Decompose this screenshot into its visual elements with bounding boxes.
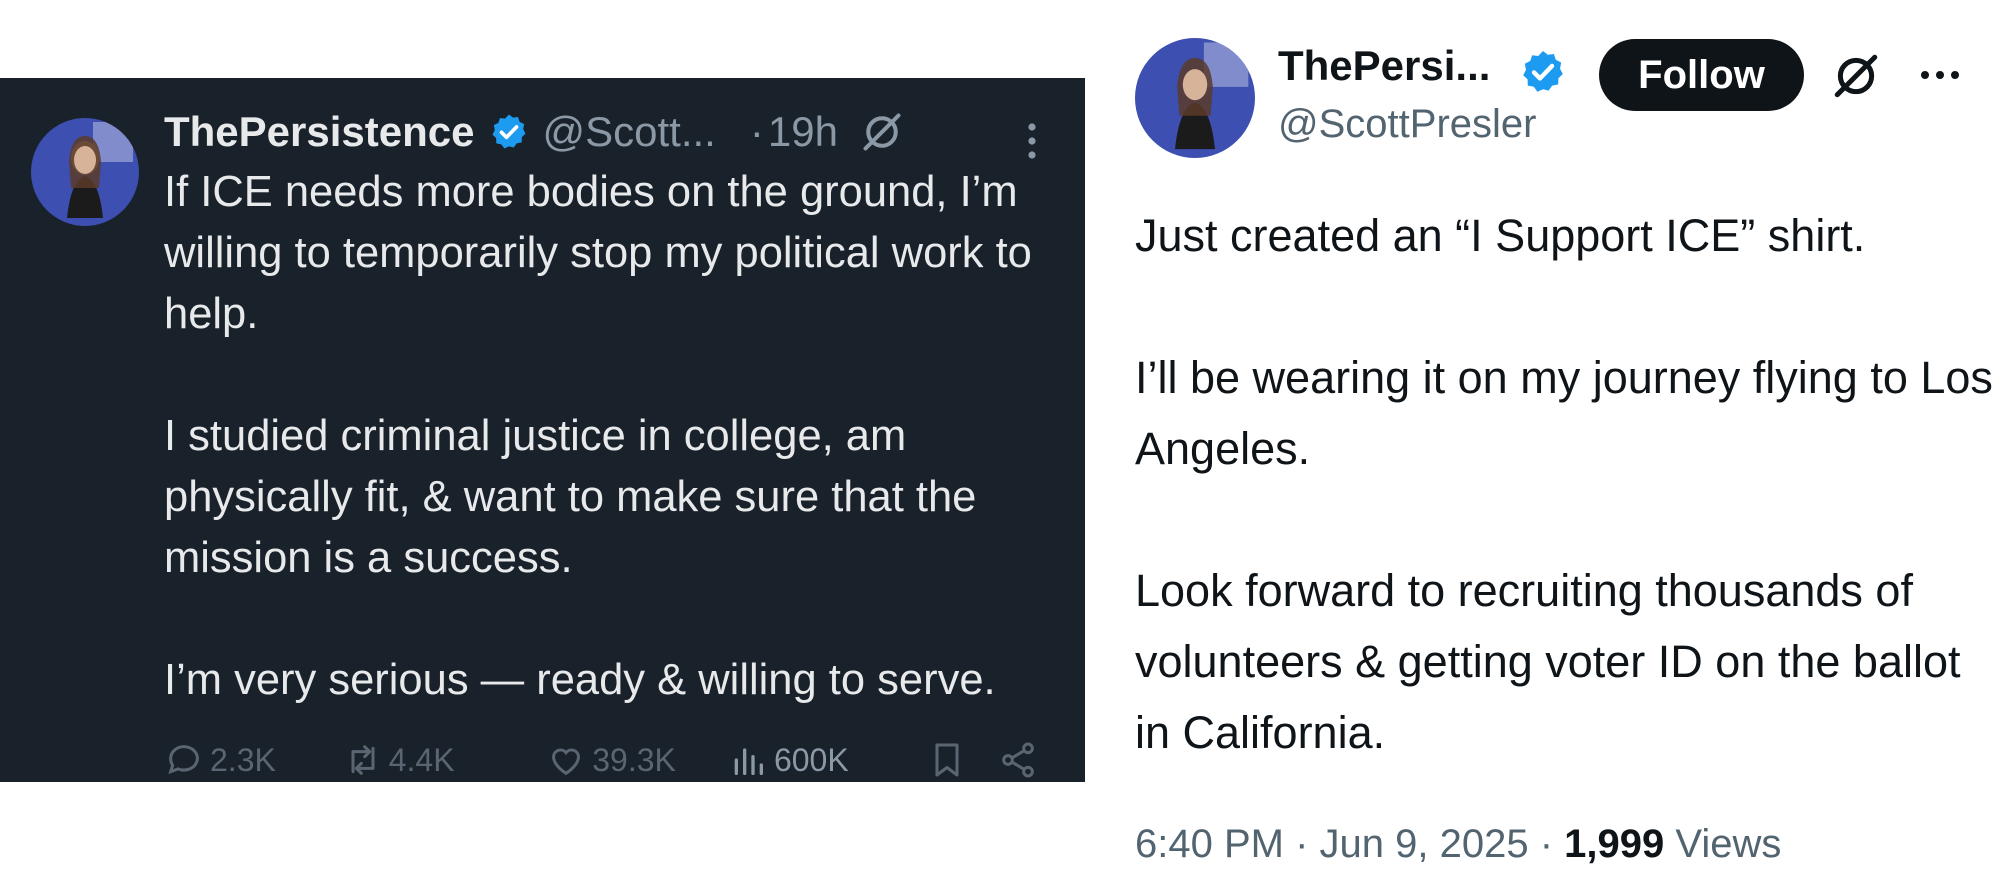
share-icon — [1002, 742, 1034, 778]
separator-dot: · — [1295, 822, 1320, 866]
bookmark-icon — [935, 743, 959, 777]
repost-button[interactable]: 4.4K — [343, 740, 547, 780]
reply-icon — [168, 745, 199, 775]
tweet-text: Just created an “I Support ICE” shirt. I… — [1135, 200, 1995, 839]
bookmark-button[interactable] — [927, 740, 998, 780]
verified-badge-icon — [1523, 51, 1563, 92]
views-count: 1,999 — [1564, 822, 1665, 866]
avatar[interactable] — [31, 118, 139, 226]
verified-badge-icon — [492, 114, 525, 149]
tweet-paragraph: If ICE needs more bodies on the ground, … — [164, 168, 1032, 338]
date[interactable]: Jun 9, 2025 — [1320, 822, 1529, 866]
grok-icon[interactable] — [1831, 51, 1881, 101]
separator-dot: · — [749, 108, 764, 155]
display-name[interactable]: ThePersi... — [1278, 42, 1490, 90]
repost-icon — [351, 745, 375, 775]
display-name[interactable]: ThePersistence — [164, 108, 475, 156]
tweet-paragraph: I’m very serious — ready & willing to se… — [164, 656, 996, 704]
action-bar: 2.3K 4.4K 39.3K 600K — [164, 738, 1044, 782]
tweet-paragraph: I studied criminal justice in college, a… — [164, 412, 977, 582]
tweet-paragraph: Just created an “I Support ICE” shirt. — [1135, 210, 1866, 261]
views-label: Views — [1675, 822, 1782, 866]
handle[interactable]: @Scott... — [543, 108, 716, 156]
views-button[interactable]: 600K — [728, 740, 927, 780]
dark-tweet-card: ThePersistence @Scott... · 19h If ICE ne… — [0, 78, 1085, 782]
repost-count: 4.4K — [388, 741, 455, 778]
handle[interactable]: @ScottPresler — [1278, 102, 1536, 147]
reply-count: 2.3K — [210, 741, 276, 778]
timestamp[interactable]: 6:40 PM — [1135, 822, 1284, 866]
timestamp[interactable]: 19h — [768, 108, 838, 156]
like-count: 39.3K — [592, 741, 676, 778]
tweet-meta: 6:40 PM · Jun 9, 2025 · 1,999 Views — [1135, 822, 1781, 867]
views-count: 600K — [773, 741, 849, 778]
share-button[interactable] — [998, 740, 1044, 780]
more-horizontal-icon[interactable] — [1915, 60, 1965, 90]
tweet-header: ThePersistence @Scott... · 19h — [164, 104, 904, 160]
tweet-paragraph: I’ll be wearing it on my journey flying … — [1135, 352, 1993, 474]
light-tweet-card: ThePersi... Follow @ScottPresler Just cr… — [1085, 0, 2002, 890]
avatar[interactable] — [1135, 38, 1255, 158]
separator-dot: · — [1539, 822, 1565, 866]
more-vertical-icon[interactable] — [1018, 118, 1046, 164]
tweet-text: If ICE needs more bodies on the ground, … — [164, 162, 1064, 772]
grok-icon[interactable] — [860, 110, 904, 154]
follow-button[interactable]: Follow — [1599, 39, 1804, 111]
views-icon — [734, 748, 763, 775]
reply-button[interactable]: 2.3K — [164, 740, 343, 780]
tweet-paragraph: Look forward to recruiting thousands of … — [1135, 565, 1961, 758]
like-button[interactable]: 39.3K — [546, 740, 728, 780]
like-icon — [552, 748, 581, 776]
